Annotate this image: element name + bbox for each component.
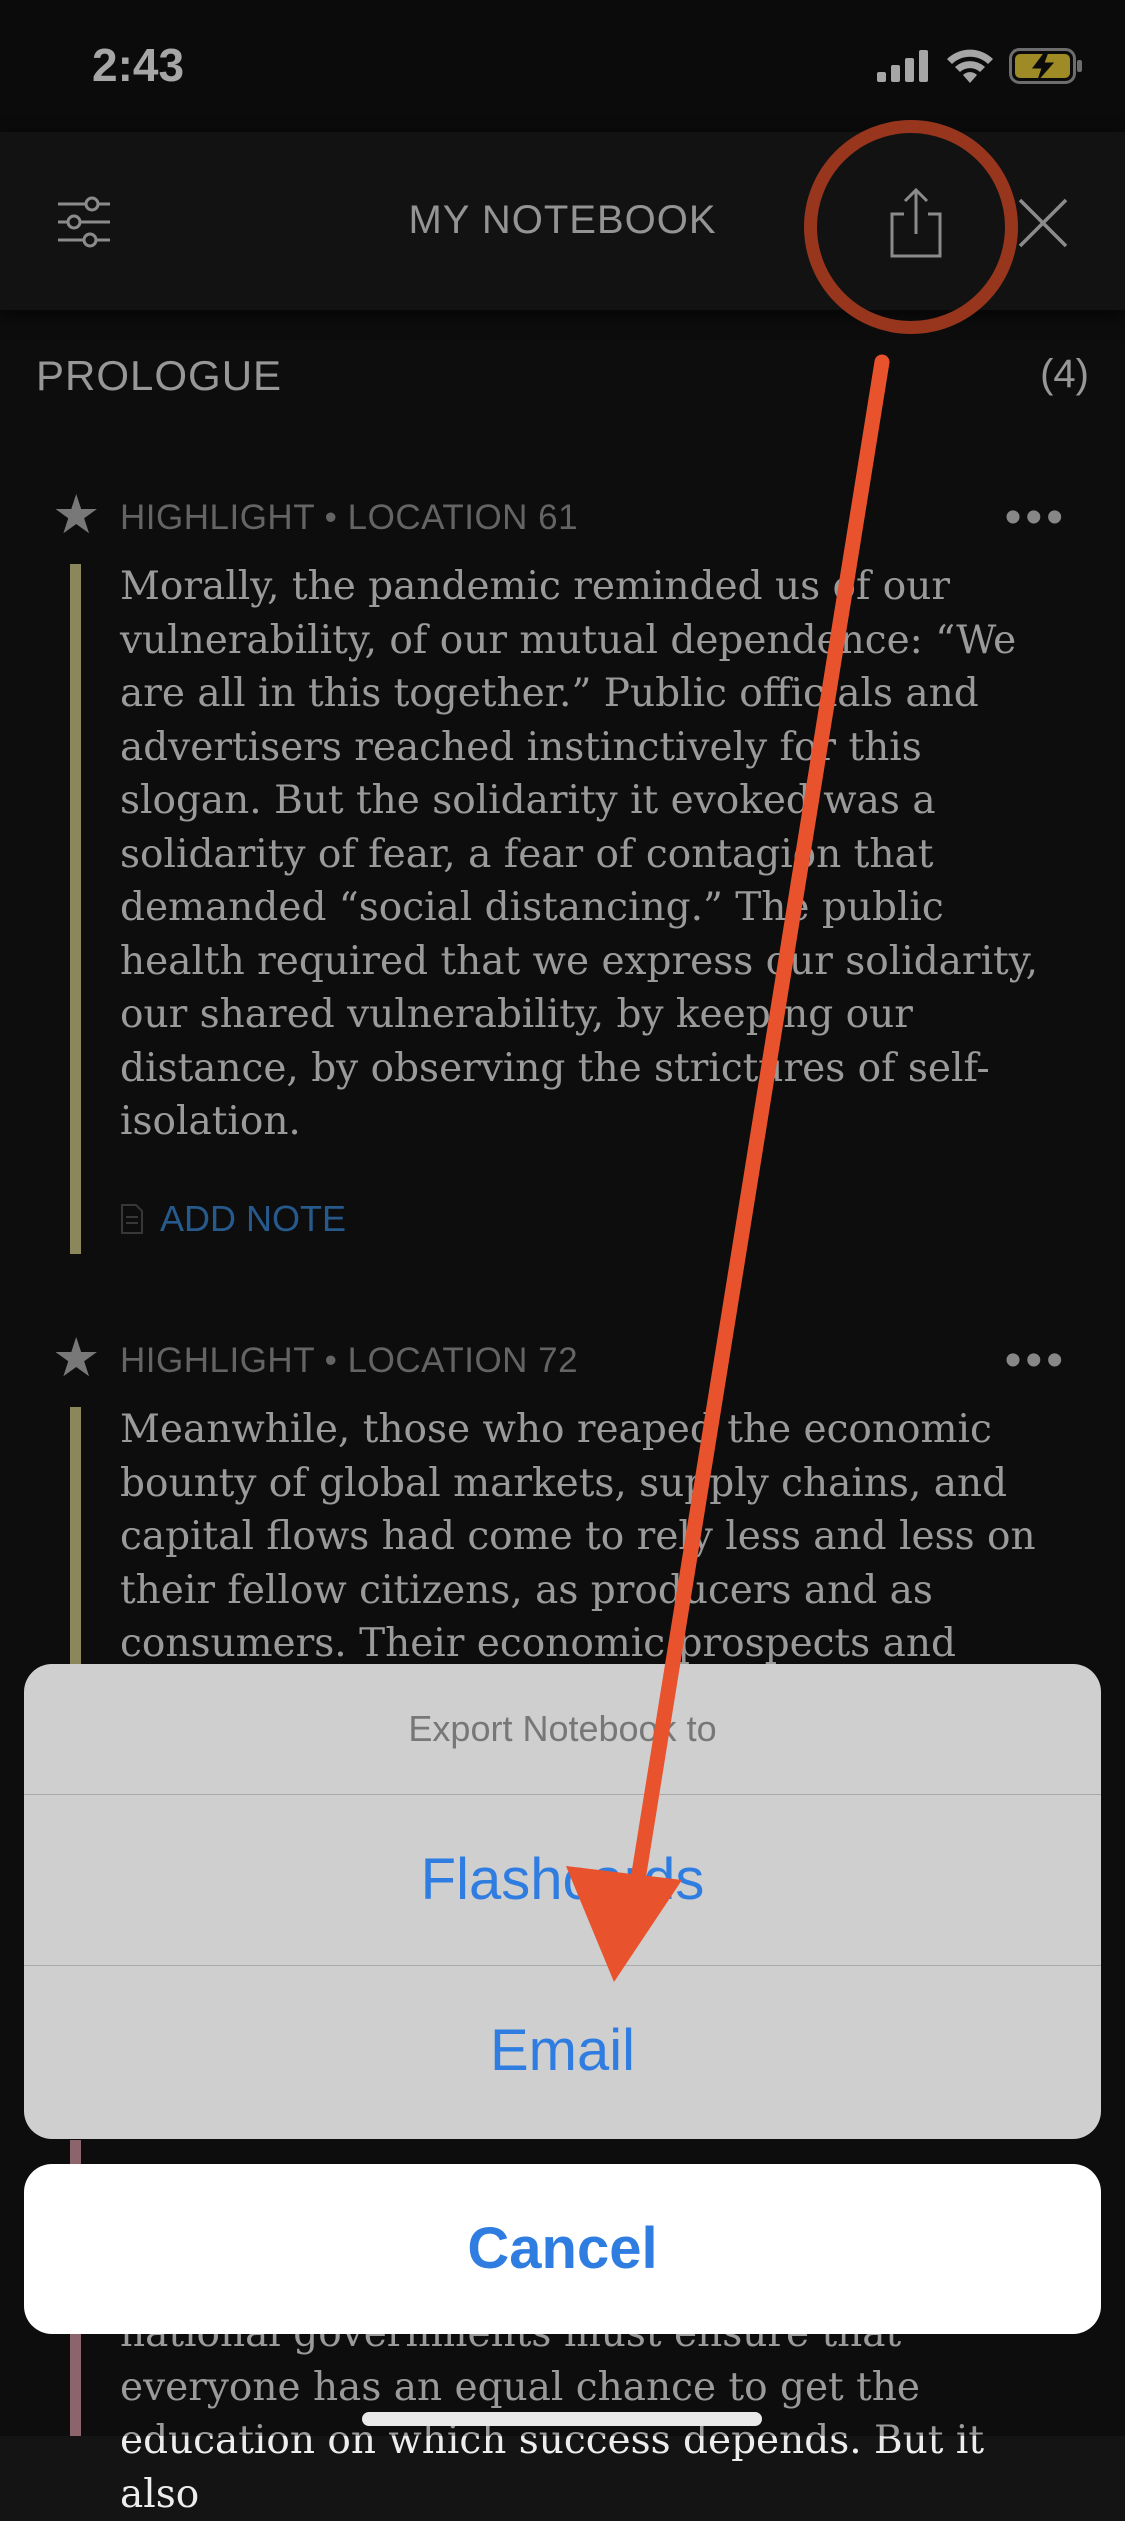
export-action-sheet: Export Notebook to Flashcards Email <box>24 1664 1101 2139</box>
flashcards-option[interactable]: Flashcards <box>24 1794 1101 1965</box>
cancel-button[interactable]: Cancel <box>24 2164 1101 2334</box>
action-sheet-title: Export Notebook to <box>408 1708 717 1749</box>
email-option[interactable]: Email <box>24 1965 1101 2136</box>
home-indicator <box>362 2412 762 2426</box>
